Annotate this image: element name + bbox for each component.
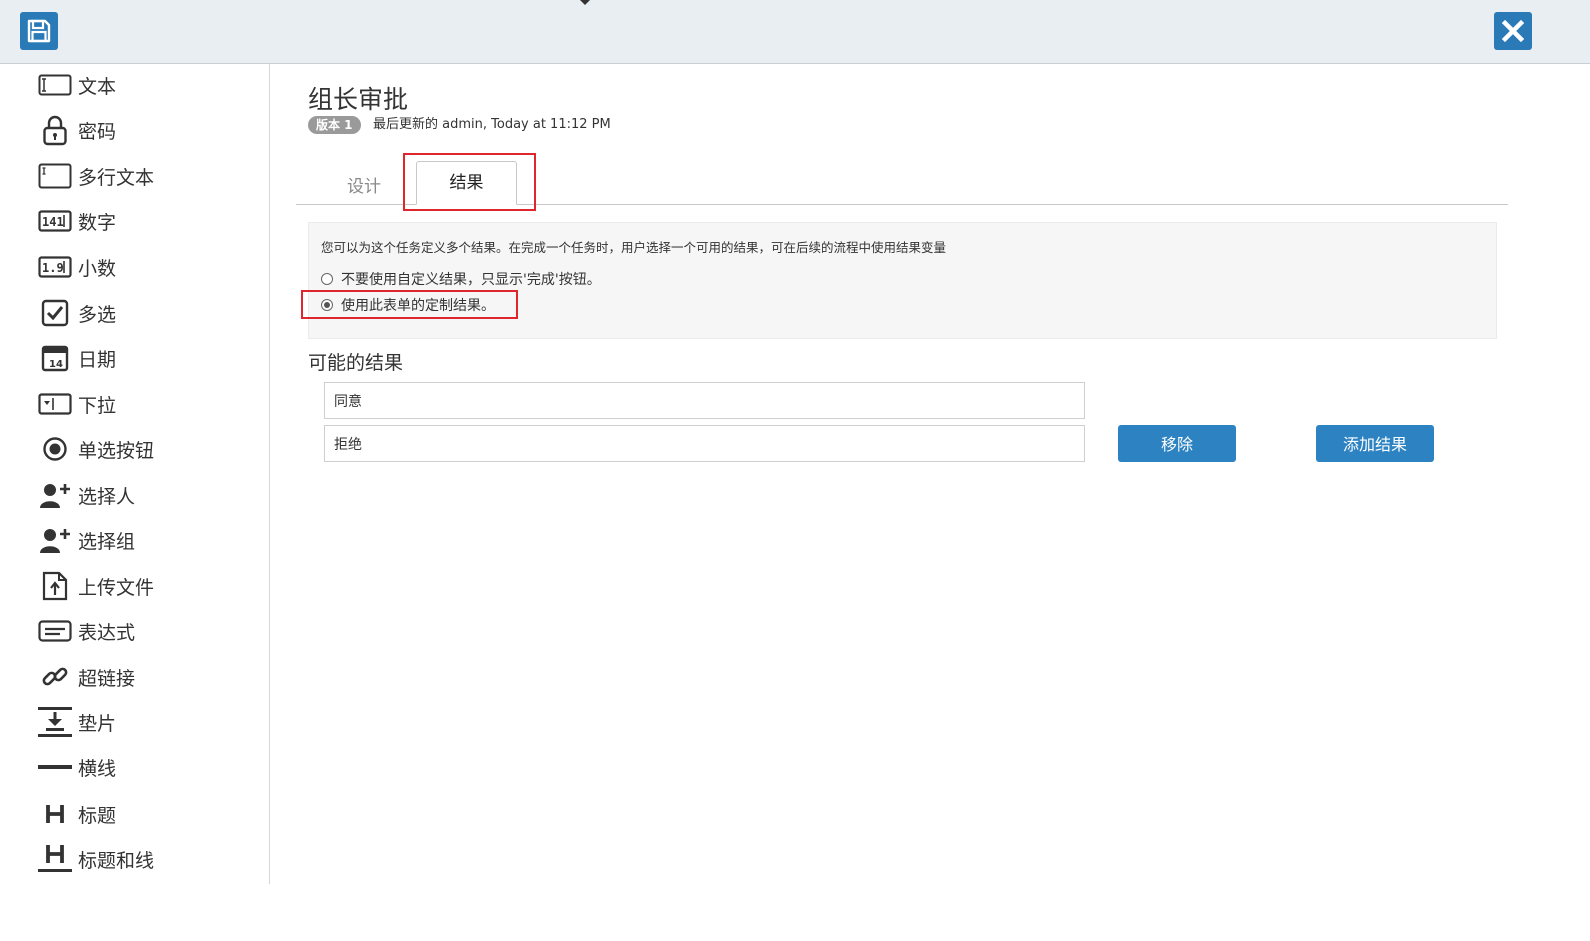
expression-icon xyxy=(36,613,74,649)
palette-item-label: 密码 xyxy=(78,120,117,143)
heading-icon xyxy=(36,796,74,832)
close-button[interactable] xyxy=(1494,12,1532,50)
version-badge: 版本 1 xyxy=(308,116,361,134)
palette-item-heading[interactable]: 标题 xyxy=(36,796,256,832)
palette-item-label: 多选 xyxy=(78,303,117,326)
palette-item-group[interactable]: 选择组 xyxy=(36,522,256,558)
palette-item-decimal[interactable]: 1.9 小数 xyxy=(36,249,256,285)
link-icon xyxy=(36,659,74,695)
tab-design[interactable]: 设计 xyxy=(347,172,381,197)
palette-item-textarea[interactable]: 多行文本 xyxy=(36,158,256,194)
palette-item-label: 小数 xyxy=(78,257,117,280)
heading-line-icon xyxy=(36,841,74,877)
page-title: 组长审批 xyxy=(308,85,409,114)
radio-default-outcome[interactable]: 不要使用自定义结果，只显示'完成'按钮。 xyxy=(321,269,601,289)
palette-item-number[interactable]: 141 数字 xyxy=(36,203,256,239)
save-icon xyxy=(27,19,51,43)
palette-item-label: 文本 xyxy=(78,75,117,98)
outcomes-panel: 您可以为这个任务定义多个结果。在完成一个任务时，用户选择一个可用的结果，可在后续… xyxy=(308,222,1497,339)
add-outcome-button[interactable]: 添加结果 xyxy=(1316,425,1434,462)
palette-item-label: 选择组 xyxy=(78,530,136,553)
form-element-palette: 文本 密码 多行文本 141 数字 1.9 小数 多选 14 日期 下拉 单选按… xyxy=(0,64,270,884)
palette-item-label: 标题 xyxy=(78,804,117,827)
palette-item-checkbox[interactable]: 多选 xyxy=(36,295,256,331)
palette-item-people[interactable]: 选择人 xyxy=(36,477,256,513)
palette-item-radio[interactable]: 单选按钮 xyxy=(36,431,256,467)
palette-item-expression[interactable]: 表达式 xyxy=(36,613,256,649)
decimal-icon: 1.9 xyxy=(36,249,74,285)
caret-down-icon xyxy=(580,0,590,5)
palette-item-label: 下拉 xyxy=(78,394,117,417)
close-icon xyxy=(1501,19,1525,43)
palette-item-upload[interactable]: 上传文件 xyxy=(36,568,256,604)
palette-item-label: 垫片 xyxy=(78,712,117,735)
checkbox-icon xyxy=(36,295,74,331)
palette-item-hyperlink[interactable]: 超链接 xyxy=(36,659,256,695)
add-group-icon xyxy=(36,522,74,558)
remove-outcome-button[interactable]: 移除 xyxy=(1118,425,1236,462)
form-editor: 组长审批 版本 1 最后更新的 admin, Today at 11:12 PM… xyxy=(271,64,1590,941)
svg-text:141: 141 xyxy=(42,215,64,229)
spacer-icon xyxy=(36,704,74,740)
palette-item-label: 单选按钮 xyxy=(78,439,155,462)
palette-item-heading-line[interactable]: 标题和线 xyxy=(36,841,256,877)
radio-label: 使用此表单的定制结果。 xyxy=(341,298,495,314)
outcomes-description: 您可以为这个任务定义多个结果。在完成一个任务时，用户选择一个可用的结果，可在后续… xyxy=(321,240,947,255)
palette-item-line[interactable]: 横线 xyxy=(36,749,256,785)
upload-file-icon xyxy=(36,568,74,604)
palette-item-label: 上传文件 xyxy=(78,576,155,599)
save-button[interactable] xyxy=(20,12,58,50)
last-updated-text: 最后更新的 admin, Today at 11:12 PM xyxy=(373,117,611,132)
palette-item-date[interactable]: 14 日期 xyxy=(36,340,256,376)
radio-icon xyxy=(36,431,74,467)
horizontal-line-icon xyxy=(36,749,74,785)
palette-item-text[interactable]: 文本 xyxy=(36,67,256,103)
outcome-input[interactable] xyxy=(324,425,1085,462)
tab-results[interactable]: 结果 xyxy=(416,161,517,205)
palette-item-label: 表达式 xyxy=(78,621,136,644)
dropdown-icon xyxy=(36,386,74,422)
palette-item-label: 选择人 xyxy=(78,485,136,508)
radio-label: 不要使用自定义结果，只显示'完成'按钮。 xyxy=(341,272,601,288)
palette-item-label: 标题和线 xyxy=(78,849,155,872)
palette-item-label: 数字 xyxy=(78,211,117,234)
svg-text:14: 14 xyxy=(49,359,63,370)
lock-icon xyxy=(36,112,74,148)
palette-item-label: 日期 xyxy=(78,348,117,371)
add-user-icon xyxy=(36,477,74,513)
svg-text:1.9: 1.9 xyxy=(42,261,64,275)
text-field-icon xyxy=(36,67,74,103)
top-toolbar xyxy=(0,0,1590,64)
palette-item-label: 横线 xyxy=(78,757,117,780)
number-icon: 141 xyxy=(36,203,74,239)
radio-unchecked-icon[interactable] xyxy=(321,273,333,285)
calendar-icon: 14 xyxy=(36,340,74,376)
palette-item-spacer[interactable]: 垫片 xyxy=(36,704,256,740)
radio-checked-icon[interactable] xyxy=(321,299,333,311)
palette-item-password[interactable]: 密码 xyxy=(36,112,256,148)
possible-outcomes-title: 可能的结果 xyxy=(308,352,404,374)
textarea-icon xyxy=(36,158,74,194)
palette-item-dropdown[interactable]: 下拉 xyxy=(36,386,256,422)
palette-item-label: 多行文本 xyxy=(78,166,155,189)
outcome-input[interactable] xyxy=(324,382,1085,419)
palette-item-label: 超链接 xyxy=(78,667,136,690)
radio-custom-outcome[interactable]: 使用此表单的定制结果。 xyxy=(321,295,495,315)
